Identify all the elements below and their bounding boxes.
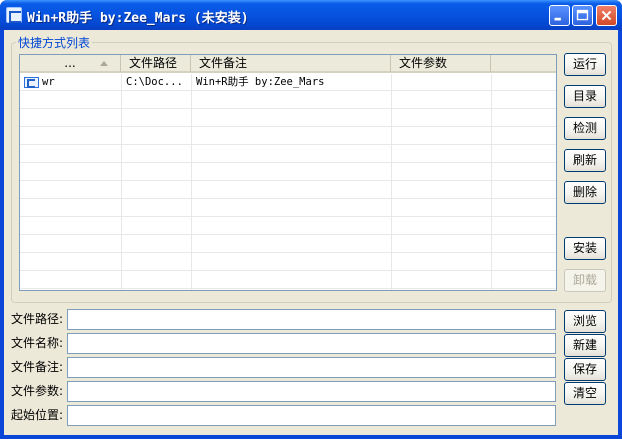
empty-row: [20, 164, 556, 181]
uninstall-button: 卸载: [564, 269, 606, 292]
empty-row: [20, 200, 556, 217]
empty-row: [20, 92, 556, 109]
directory-button[interactable]: 目录: [564, 85, 606, 108]
shortcut-list[interactable]: ... 文件路径 文件备注 文件参数 wr C:\Doc... Win+R助手 …: [19, 54, 557, 291]
cell-note: Win+R助手 by:Zee_Mars: [196, 76, 325, 88]
maximize-button[interactable]: [572, 5, 593, 26]
minimize-button[interactable]: [549, 5, 570, 26]
browse-button[interactable]: 浏览: [564, 310, 606, 333]
detect-button[interactable]: 检测: [564, 117, 606, 140]
column-header-path[interactable]: 文件路径: [121, 55, 191, 72]
save-button[interactable]: 保存: [564, 358, 606, 381]
app-window: Win+R助手 by:Zee_Mars (未安装) 快捷方式列表 ... 文件路…: [0, 0, 622, 439]
empty-row: [20, 254, 556, 271]
empty-row: [20, 128, 556, 145]
cell-params: [391, 74, 491, 91]
window-title: Win+R助手 by:Zee_Mars (未安装): [27, 11, 249, 26]
maximize-icon: [576, 9, 589, 21]
file-path-label: 文件路径:: [11, 312, 64, 326]
cell-path: C:\Doc...: [126, 76, 183, 88]
empty-row: [20, 218, 556, 235]
new-button[interactable]: 新建: [564, 334, 606, 357]
empty-row: [20, 110, 556, 127]
list-header: ... 文件路径 文件备注 文件参数: [20, 55, 556, 73]
list-item[interactable]: wr C:\Doc... Win+R助手 by:Zee_Mars: [20, 74, 556, 91]
file-params-input[interactable]: [67, 381, 556, 402]
start-location-input[interactable]: [67, 405, 556, 426]
app-icon: [6, 7, 22, 23]
sort-ascending-icon: [100, 61, 108, 66]
minimize-icon: [554, 17, 561, 21]
empty-row: [20, 272, 556, 289]
file-note-label: 文件备注:: [11, 360, 64, 374]
group-label: 快捷方式列表: [16, 34, 93, 51]
start-location-label: 起始位置:: [11, 408, 64, 422]
delete-button[interactable]: 删除: [564, 181, 606, 204]
file-name-input[interactable]: [67, 333, 556, 354]
empty-row: [20, 146, 556, 163]
close-button[interactable]: [596, 5, 617, 26]
file-note-input[interactable]: [67, 357, 556, 378]
close-icon: [601, 10, 612, 21]
column-header-name[interactable]: ...: [20, 55, 121, 72]
column-header-params[interactable]: 文件参数: [391, 55, 491, 72]
clear-button[interactable]: 清空: [564, 382, 606, 405]
install-button[interactable]: 安装: [564, 237, 606, 260]
client-area: 快捷方式列表 ... 文件路径 文件备注 文件参数 wr C:\Doc... W…: [4, 30, 618, 435]
column-header-note[interactable]: 文件备注: [191, 55, 391, 72]
empty-row: [20, 236, 556, 253]
cell-name: wr: [42, 76, 55, 88]
refresh-button[interactable]: 刷新: [564, 149, 606, 172]
file-name-label: 文件名称:: [11, 336, 64, 350]
run-button[interactable]: 运行: [564, 53, 606, 76]
title-bar[interactable]: Win+R助手 by:Zee_Mars (未安装): [0, 0, 622, 30]
empty-row: [20, 182, 556, 199]
file-path-input[interactable]: [67, 309, 556, 330]
file-params-label: 文件参数:: [11, 384, 64, 398]
